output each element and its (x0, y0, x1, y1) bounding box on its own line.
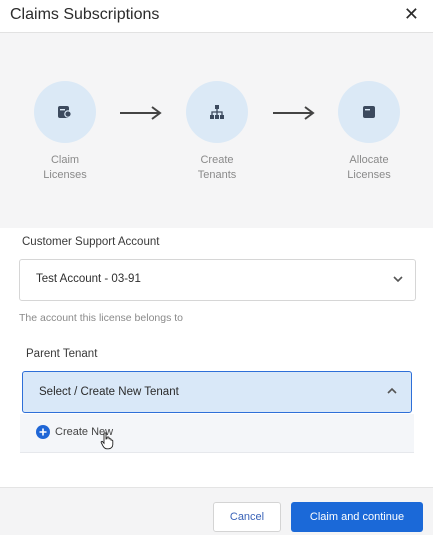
arrow-right-icon (273, 106, 315, 120)
step-label-line1: Allocate (349, 154, 389, 166)
plus-circle-icon (36, 425, 50, 439)
step-label-line2: Licenses (43, 169, 87, 181)
arrow-right-icon (120, 106, 162, 120)
step-claim-licenses: Claim Licenses (25, 81, 105, 183)
parent-tenant-value: Select / Create New Tenant (39, 386, 179, 398)
dialog-footer: Cancel Claim and continue (0, 487, 433, 535)
box-icon (338, 81, 400, 143)
parent-tenant-label: Parent Tenant (26, 348, 98, 360)
chevron-up-icon (387, 387, 397, 394)
chevron-down-icon (393, 276, 403, 283)
customer-support-account-select[interactable]: Test Account - 03-91 (19, 259, 416, 301)
customer-support-account-value: Test Account - 03-91 (36, 273, 141, 285)
step-allocate-licenses: Allocate Licenses (329, 81, 409, 183)
step-label-line2: Tenants (197, 169, 237, 181)
parent-tenant-dropdown: Create New (20, 414, 414, 453)
hierarchy-icon (186, 81, 248, 143)
license-key-icon (34, 81, 96, 143)
step-label-line1: Create (200, 154, 234, 166)
dialog-header: Claims Subscriptions ✕ (0, 0, 433, 33)
parent-tenant-select[interactable]: Select / Create New Tenant (22, 371, 412, 413)
dialog-title: Claims Subscriptions (10, 6, 160, 23)
step-create-tenants: Create Tenants (177, 81, 257, 183)
customer-support-account-hint: The account this license belongs to (19, 312, 184, 324)
step-label-line1: Claim (50, 154, 80, 166)
hand-cursor-icon (100, 432, 114, 450)
close-icon[interactable]: ✕ (404, 4, 419, 24)
cancel-button[interactable]: Cancel (213, 502, 281, 532)
steps-progress: Claim Licenses Create Tenants Allocate L… (0, 33, 433, 228)
claim-and-continue-button[interactable]: Claim and continue (291, 502, 423, 532)
step-label-line2: Licenses (347, 169, 391, 181)
customer-support-account-label: Customer Support Account (22, 236, 160, 248)
